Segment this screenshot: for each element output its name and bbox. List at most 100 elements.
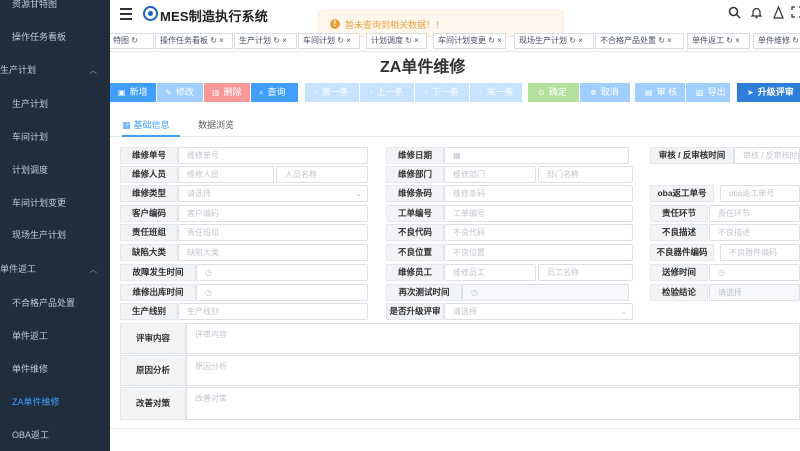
upgrade-icon: ➤ (747, 88, 754, 97)
sidebar-item-production-plan[interactable]: 生产计划 (0, 88, 110, 121)
tag-production-plan[interactable]: 生产计划 ↻ × (234, 33, 297, 49)
label-repair-type: 维修类型 (120, 185, 178, 202)
label-improvement: 改善对策 (120, 387, 186, 420)
sidebar-item-plan-change[interactable]: 车间计划变更 (0, 187, 110, 220)
tag-workshop-plan[interactable]: 车间计划 ↻ × (298, 33, 360, 49)
fullscreen-icon[interactable] (790, 6, 800, 20)
export-button[interactable]: ▨ 导出 (686, 83, 730, 102)
menu-icon[interactable] (120, 8, 132, 20)
confirm-button[interactable]: ⊙ 确定 (528, 83, 579, 102)
chevron-up-icon: ︿ (89, 66, 97, 75)
check-result-select[interactable]: 请选择 (709, 284, 800, 301)
sidebar-item-site-plan[interactable]: 现场生产计划 (0, 219, 110, 252)
audit-button[interactable]: ▤ 审 核 (635, 83, 685, 102)
sidebar-group-production-plan[interactable]: 生产计划 ︿ (0, 54, 110, 87)
tab-basic-info[interactable]: ▦ 基础信息 (122, 118, 170, 131)
next-record-button[interactable]: › 下一条 (415, 83, 469, 102)
tags-bar: 特图 ↻ 操作任务看板 ↻ × 生产计划 ↻ × 车间计划 ↻ × 计划调度 ↻… (110, 30, 800, 52)
sidebar-item-task-board[interactable]: 操作任务看板 (0, 21, 110, 54)
sidebar-item-nonconforming[interactable]: 不合格产品处置 (0, 287, 110, 320)
audit-time-input[interactable]: 审核 / 反审核时间 (734, 147, 800, 164)
label-prod-line: 生产线别 (120, 303, 178, 320)
tag-resource-gantt[interactable]: 特图 ↻ (110, 33, 154, 49)
defect-pos-input[interactable]: 不良位置 (444, 244, 633, 261)
resp-stage-input[interactable]: 责任环节 (709, 205, 800, 222)
repair-staff-input[interactable]: 维修员工 (444, 264, 536, 281)
upgrade-review-select[interactable]: 请选择 ⌄ (444, 303, 633, 320)
label-check-result: 检验结论 (650, 284, 708, 301)
check-icon: ⊙ (538, 88, 545, 97)
sidebar-item-za-repair[interactable]: ZA单件维修 (0, 386, 110, 419)
edit-button[interactable]: ✎ 修改 (157, 83, 203, 102)
resp-team-input[interactable]: 责任班组 (178, 224, 368, 241)
search-icon[interactable] (727, 6, 741, 20)
label-work-order: 工单编号 (386, 205, 444, 222)
tag-site-plan[interactable]: 现场生产计划 ↻ × (514, 33, 594, 49)
out-time-picker[interactable]: ◷ (196, 284, 368, 301)
label-upgrade-review: 是否升级评审 (386, 303, 444, 320)
sidebar-item-single-rework[interactable]: 单件返工 (0, 320, 110, 353)
sidebar-item-plan-schedule[interactable]: 计划调度 (0, 154, 110, 187)
sidebar-item-oba-rework[interactable]: OBA返工 (0, 419, 110, 451)
delete-button[interactable]: ▥ 删除 (204, 83, 250, 102)
cause-analysis-textarea[interactable]: 原因分析 (186, 355, 800, 386)
edit-icon: ✎ (165, 88, 172, 97)
repairer-input[interactable]: 维修人员 (178, 166, 274, 183)
sidebar-item-single-repair[interactable]: 单件维修 (0, 353, 110, 386)
repair-dept-input[interactable]: 维修部门 (444, 166, 536, 183)
search-icon: ⌕ (259, 88, 264, 97)
prod-line-input[interactable]: 生产线别 (178, 303, 368, 320)
sidebar-group-single-rework[interactable]: 单件返工 ︿ (0, 253, 110, 286)
repair-barcode-input[interactable]: 维修条码 (444, 185, 633, 202)
calendar-icon: ▦ (122, 120, 131, 130)
repair-dept-name-input[interactable]: 部门名称 (538, 166, 633, 183)
sidebar-item-workshop-plan[interactable]: 车间计划 (0, 121, 110, 154)
upgrade-review-button[interactable]: ➤ 升级评审 (737, 83, 800, 102)
tag-single-repair[interactable]: 单件维修 ↻ (753, 33, 800, 49)
cancel-button[interactable]: ⊗ 取消 (580, 83, 630, 102)
improvement-textarea[interactable]: 改善对策 (186, 387, 800, 420)
label-fault-time: 故障发生时间 (120, 264, 196, 281)
label-defect-part: 不良器件编码 (650, 244, 714, 261)
customer-code-input[interactable]: 客户编码 (178, 205, 368, 222)
repair-staff-name-input[interactable]: 员工名称 (538, 264, 633, 281)
fault-time-picker[interactable]: ◷ (196, 264, 368, 281)
repair-date-picker[interactable]: ▦ (444, 147, 629, 164)
review-content-textarea[interactable]: 评审内容 (186, 323, 800, 354)
label-review-content: 评审内容 (120, 323, 186, 354)
defect-desc-input[interactable]: 不良描述 (709, 224, 800, 241)
tag-plan-change[interactable]: 车间计划变更 ↻ × (433, 33, 506, 49)
last-record-button[interactable]: › 末一条 (470, 83, 522, 102)
repair-type-select[interactable]: 请选择 ⌄ (178, 185, 368, 202)
app-title: MES制造执行系统 (160, 9, 268, 24)
sidebar: 资源甘特图 操作任务看板 生产计划 ︿ 生产计划 车间计划 计划调度 车间计划变更… (0, 0, 110, 451)
label-repairer: 维修人员 (120, 166, 178, 183)
defect-class-input[interactable]: 缺陷大类 (178, 244, 368, 261)
repair-no-input[interactable]: 维修单号 (178, 147, 368, 164)
bell-icon[interactable] (749, 6, 763, 20)
new-button[interactable]: ▣ 新增 (110, 83, 156, 102)
label-repair-no: 维修单号 (120, 147, 178, 164)
tag-plan-schedule[interactable]: 计划调度 ↻ × (366, 33, 427, 49)
defect-part-input[interactable]: 不良器件编码 (720, 244, 800, 261)
user-icon[interactable] (771, 5, 785, 20)
oba-no-input[interactable]: oba返工单号 (720, 185, 800, 202)
send-time-picker[interactable]: ◷ (709, 264, 800, 281)
first-record-button[interactable]: ‹ 第一条 (305, 83, 359, 102)
label-repair-staff: 维修员工 (386, 264, 444, 281)
query-button[interactable]: ⌕ 查询 (251, 83, 298, 102)
defect-code-input[interactable]: 不良代码 (444, 224, 633, 241)
repairer-name-input[interactable]: 人员名称 (276, 166, 368, 183)
prev-record-button[interactable]: ‹ 上一条 (360, 83, 414, 102)
sidebar-item-resource-gantt[interactable]: 资源甘特图 (0, 0, 110, 21)
tag-task-board[interactable]: 操作任务看板 ↻ × (155, 33, 233, 49)
chevron-right-icon: › (480, 88, 483, 97)
work-order-input[interactable]: 工单编号 (444, 205, 633, 222)
retest-time-picker[interactable]: ◷ (462, 284, 629, 301)
tag-nonconforming[interactable]: 不合格产品处置 ↻ × (595, 33, 684, 49)
chevron-left-icon: ‹ (315, 88, 318, 97)
tab-data-browse[interactable]: 数据浏览 (198, 118, 234, 131)
tag-single-rework[interactable]: 单件返工 ↻ × (687, 33, 750, 49)
audit-icon: ▤ (645, 88, 653, 97)
label-customer-code: 客户编码 (120, 205, 178, 222)
